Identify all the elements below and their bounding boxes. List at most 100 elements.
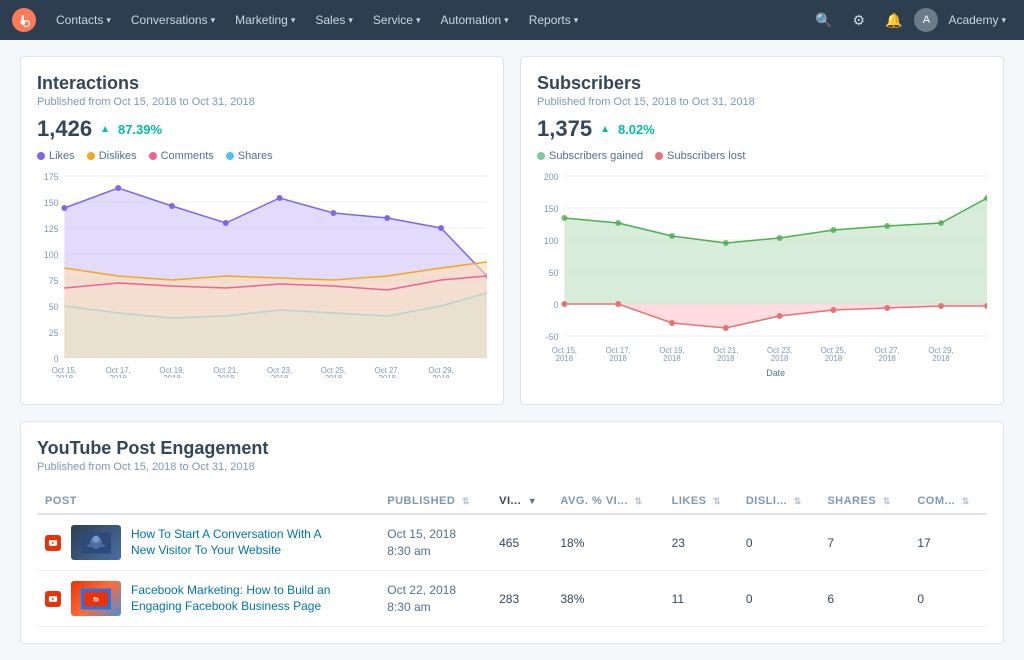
avatar[interactable]: A [914,8,938,32]
svg-text:25: 25 [49,328,59,338]
legend-dot-lost [655,152,663,160]
legend-label-shares: Shares [238,150,273,162]
comments-cell-1: 17 [909,514,987,571]
legend-dislikes: Dislikes [87,150,137,162]
col-likes[interactable]: LIKES ⇅ [664,489,738,514]
sort-icon-avg-views: ⇅ [634,496,642,507]
svg-text:2018: 2018 [879,354,897,363]
avg-views-cell-2: 38% [552,571,663,627]
col-views[interactable]: VI... ▼ [491,489,552,514]
chevron-down-icon: ▾ [211,15,216,26]
svg-text:0: 0 [54,354,59,364]
academy-menu[interactable]: Academy ▾ [942,13,1012,27]
settings-icon[interactable]: ⚙ [844,0,873,40]
interactions-legend: Likes Dislikes Comments Shares [37,150,487,162]
interactions-arrow: ▲ [100,124,110,135]
hubspot-logo[interactable] [12,8,36,32]
svg-text:2018: 2018 [325,374,343,378]
svg-text:2018: 2018 [932,354,950,363]
post-thumb-1 [71,525,121,560]
svg-text:2018: 2018 [217,374,235,378]
legend-label-lost: Subscribers lost [667,150,745,162]
legend-label-dislikes: Dislikes [99,150,137,162]
legend-label-gained: Subscribers gained [549,150,643,162]
nav-service[interactable]: Service ▾ [365,0,429,40]
likes-cell-2: 11 [664,571,738,627]
svg-text:100: 100 [44,250,59,260]
nav-sales[interactable]: Sales ▾ [307,0,361,40]
svg-text:125: 125 [44,224,59,234]
table-header-row: POST PUBLISHED ⇅ VI... ▼ AVG. % VI... ⇅ [37,489,987,514]
likes-cell-1: 23 [664,514,738,571]
comments-cell-2: 0 [909,571,987,627]
engagement-subtitle: Published from Oct 15, 2018 to Oct 31, 2… [37,461,987,473]
views-cell-1: 465 [491,514,552,571]
published-cell-2: Oct 22, 2018 8:30 am [379,571,491,627]
svg-text:75: 75 [49,276,59,286]
youtube-icon-1 [45,535,61,551]
col-comments[interactable]: COM... ⇅ [909,489,987,514]
post-cell-1: How To Start A Conversation With A New V… [37,514,379,571]
sort-icon-views: ▼ [528,496,537,506]
dislikes-cell-2: 0 [738,571,819,627]
post-title-1[interactable]: How To Start A Conversation With A New V… [131,527,331,558]
svg-text:-50: -50 [546,332,559,342]
svg-text:fb: fb [93,597,99,603]
svg-text:175: 175 [44,172,59,182]
legend-dot-gained [537,152,545,160]
col-shares[interactable]: SHARES ⇅ [819,489,909,514]
engagement-title: YouTube Post Engagement [37,438,987,459]
col-avg-views[interactable]: AVG. % VI... ⇅ [552,489,663,514]
svg-text:2018: 2018 [109,374,127,378]
subscribers-chart-area: 200 150 100 50 0 -50 [537,168,987,388]
legend-lost: Subscribers lost [655,150,745,162]
chevron-down-icon: ▾ [574,15,579,26]
table-row: How To Start A Conversation With A New V… [37,514,987,571]
avg-views-cell-1: 18% [552,514,663,571]
engagement-card: YouTube Post Engagement Published from O… [20,421,1004,644]
subscribers-legend: Subscribers gained Subscribers lost [537,150,987,162]
charts-row: Interactions Published from Oct 15, 2018… [20,56,1004,405]
legend-gained: Subscribers gained [537,150,643,162]
svg-text:Date: Date [766,368,785,378]
notifications-icon[interactable]: 🔔 [877,0,910,40]
interactions-value: 1,426 [37,116,92,142]
sort-icon-dislikes: ⇅ [794,496,802,507]
post-thumb-2: fb [71,581,121,616]
sort-icon-likes: ⇅ [713,496,721,507]
legend-dot-dislikes [87,152,95,160]
legend-label-likes: Likes [49,150,75,162]
shares-cell-1: 7 [819,514,909,571]
svg-text:2018: 2018 [663,354,681,363]
col-dislikes[interactable]: DISLI... ⇅ [738,489,819,514]
legend-dot-likes [37,152,45,160]
dislikes-cell-1: 0 [738,514,819,571]
col-post: POST [37,489,379,514]
nav-automation[interactable]: Automation ▾ [432,0,516,40]
nav-conversations[interactable]: Conversations ▾ [123,0,223,40]
nav-marketing[interactable]: Marketing ▾ [227,0,303,40]
youtube-icon-2 [45,591,61,607]
svg-text:50: 50 [549,268,559,278]
col-published[interactable]: PUBLISHED ⇅ [379,489,491,514]
chevron-down-icon: ▾ [416,15,421,26]
nav-contacts[interactable]: Contacts ▾ [48,0,119,40]
svg-text:2018: 2018 [717,354,735,363]
subscribers-stat: 1,375 ▲ 8.02% [537,116,987,142]
nav-reports[interactable]: Reports ▾ [521,0,587,40]
interactions-chart-area: 175 150 125 100 75 50 25 0 [37,168,487,388]
svg-text:2018: 2018 [432,374,450,378]
interactions-svg: 175 150 125 100 75 50 25 0 [37,168,487,378]
subscribers-title: Subscribers [537,73,987,94]
search-icon[interactable]: 🔍 [807,0,840,40]
main-content: Interactions Published from Oct 15, 2018… [0,40,1024,660]
chevron-down-icon: ▾ [291,15,296,26]
chevron-down-icon: ▾ [504,15,509,26]
svg-text:2018: 2018 [379,374,397,378]
chevron-down-icon: ▾ [1001,15,1006,26]
svg-text:2018: 2018 [609,354,627,363]
interactions-change: 87.39% [118,122,162,137]
post-title-2[interactable]: Facebook Marketing: How to Build an Enga… [131,583,331,614]
interactions-stat: 1,426 ▲ 87.39% [37,116,487,142]
published-cell-1: Oct 15, 2018 8:30 am [379,514,491,571]
